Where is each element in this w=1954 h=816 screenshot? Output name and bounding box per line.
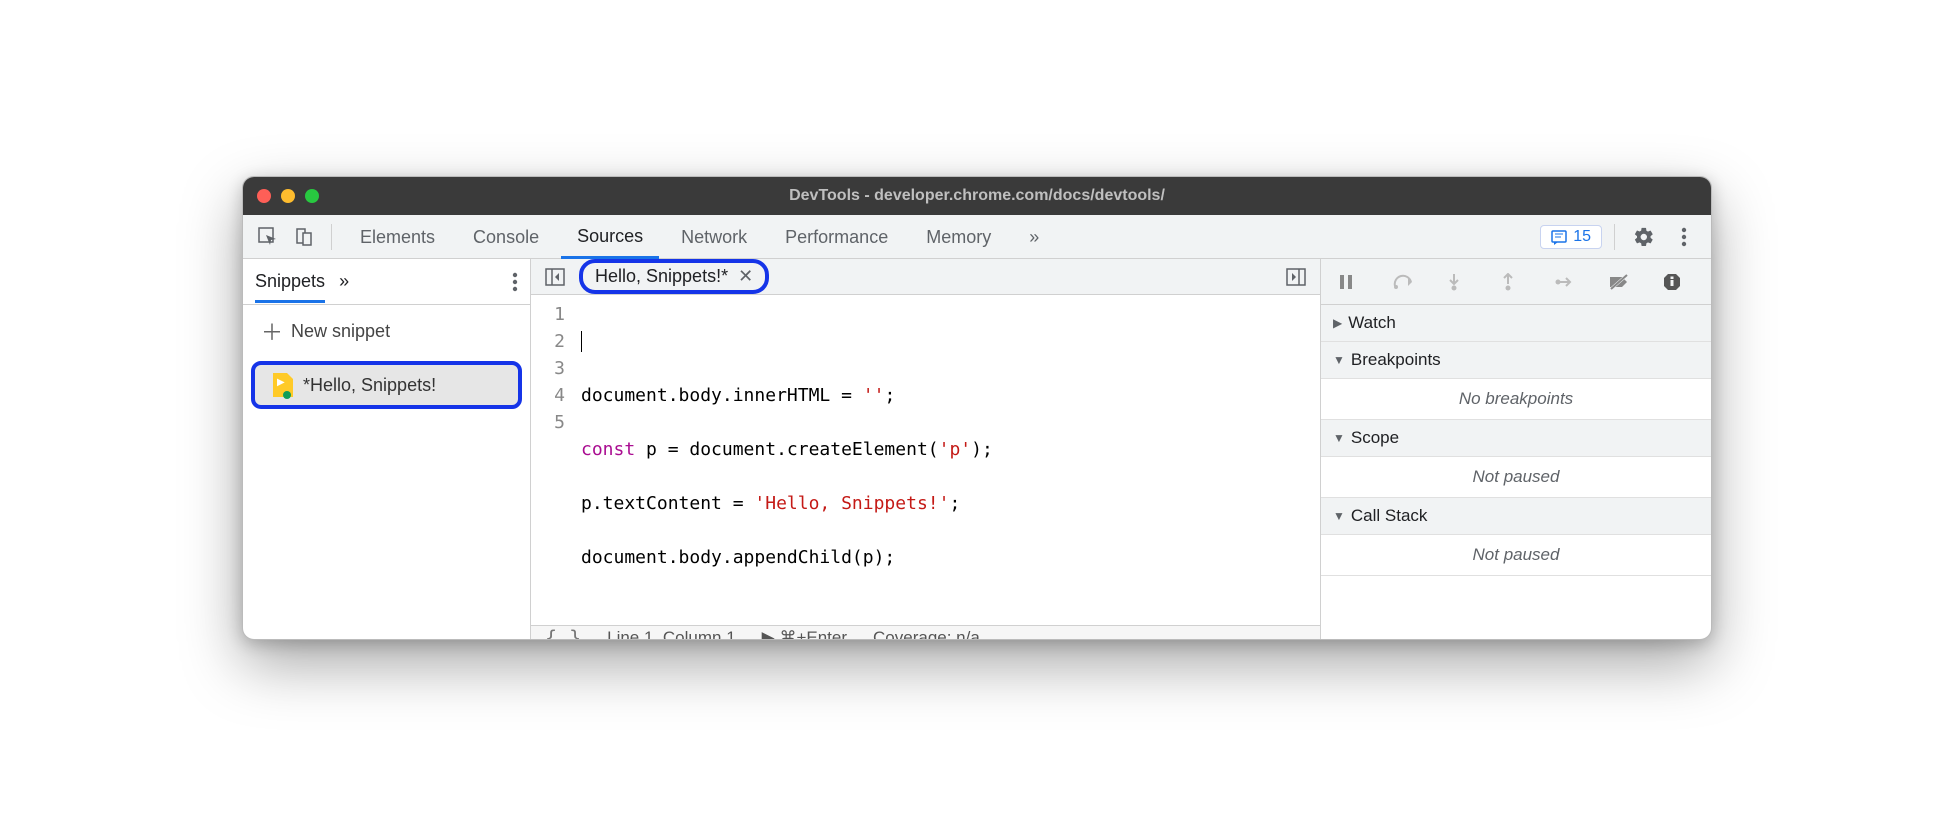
close-tab-icon[interactable]: ✕ <box>738 266 753 287</box>
tab-memory[interactable]: Memory <box>910 217 1007 257</box>
close-window-button[interactable] <box>257 189 271 203</box>
step-out-icon[interactable] <box>1501 273 1531 291</box>
scope-body: Not paused <box>1321 457 1711 498</box>
navigator-tabs: Snippets » <box>243 259 530 305</box>
main-area: Snippets » ＋ New snippet *Hello, Snippet… <box>243 259 1711 639</box>
snippet-list-item[interactable]: *Hello, Snippets! <box>251 361 522 409</box>
coverage-status: Coverage: n/a <box>873 628 980 640</box>
editor-file-tab[interactable]: Hello, Snippets!* ✕ <box>579 259 769 294</box>
callstack-body: Not paused <box>1321 535 1711 576</box>
breakpoints-section[interactable]: ▼Breakpoints <box>1321 342 1711 379</box>
breakpoints-body: No breakpoints <box>1321 379 1711 420</box>
navigator-more-icon[interactable] <box>512 272 518 292</box>
code-content: document.body.innerHTML = ''; const p = … <box>575 301 993 625</box>
line-gutter: 1 2 3 4 5 <box>531 301 575 625</box>
window-controls <box>257 189 319 203</box>
plus-icon: ＋ <box>261 315 283 347</box>
collapse-icon: ▶ <box>1333 316 1342 330</box>
pause-icon[interactable] <box>1339 274 1369 290</box>
new-snippet-label: New snippet <box>291 321 390 342</box>
inspect-element-icon[interactable] <box>253 222 283 252</box>
navigator-pane: Snippets » ＋ New snippet *Hello, Snippet… <box>243 259 531 639</box>
step-into-icon[interactable] <box>1447 273 1477 291</box>
zoom-window-button[interactable] <box>305 189 319 203</box>
tab-overflow[interactable]: » <box>1013 217 1055 257</box>
editor-statusbar: { } Line 1, Column 1 ▶ ⌘+Enter Coverage:… <box>531 625 1320 640</box>
deactivate-breakpoints-icon[interactable] <box>1609 274 1639 290</box>
separator <box>331 224 332 250</box>
step-over-icon[interactable] <box>1393 274 1423 290</box>
minimize-window-button[interactable] <box>281 189 295 203</box>
expand-icon: ▼ <box>1333 431 1345 445</box>
window-title: DevTools - developer.chrome.com/docs/dev… <box>243 187 1711 205</box>
devtools-window: DevTools - developer.chrome.com/docs/dev… <box>242 176 1712 640</box>
cursor-position: Line 1, Column 1 <box>607 628 736 640</box>
code-editor[interactable]: 1 2 3 4 5 document.body.innerHTML = ''; … <box>531 295 1320 625</box>
new-snippet-button[interactable]: ＋ New snippet <box>243 305 530 357</box>
callstack-section[interactable]: ▼Call Stack <box>1321 498 1711 535</box>
editor-pane: Hello, Snippets!* ✕ 1 2 3 4 5 document.b… <box>531 259 1321 639</box>
issues-button[interactable]: 15 <box>1540 225 1602 249</box>
device-toolbar-icon[interactable] <box>289 222 319 252</box>
editor-tabs-row: Hello, Snippets!* ✕ <box>531 259 1320 295</box>
scope-section[interactable]: ▼Scope <box>1321 420 1711 457</box>
debugger-pane: ▶Watch ▼Breakpoints No breakpoints ▼Scop… <box>1321 259 1711 639</box>
step-icon[interactable] <box>1555 275 1585 289</box>
titlebar: DevTools - developer.chrome.com/docs/dev… <box>243 177 1711 215</box>
toggle-navigator-icon[interactable] <box>541 263 569 291</box>
tab-elements[interactable]: Elements <box>344 217 451 257</box>
panel-tabbar: Elements Console Sources Network Perform… <box>243 215 1711 259</box>
settings-icon[interactable] <box>1627 220 1661 254</box>
debug-toolbar <box>1321 259 1711 305</box>
file-tab-label: Hello, Snippets!* <box>595 266 728 287</box>
tab-sources[interactable]: Sources <box>561 216 659 259</box>
expand-icon: ▼ <box>1333 509 1345 523</box>
navigator-tab-snippets[interactable]: Snippets <box>255 260 325 303</box>
navigator-tab-overflow[interactable]: » <box>339 271 349 292</box>
expand-icon: ▼ <box>1333 353 1345 367</box>
run-snippet-button[interactable]: ▶ ⌘+Enter <box>762 628 847 640</box>
unsaved-indicator-icon <box>283 391 291 399</box>
snippet-item-label: *Hello, Snippets! <box>303 375 436 396</box>
pause-on-exceptions-icon[interactable] <box>1663 273 1693 291</box>
separator <box>1614 224 1615 250</box>
tab-console[interactable]: Console <box>457 217 555 257</box>
pretty-print-icon[interactable]: { } <box>545 626 581 640</box>
tab-network[interactable]: Network <box>665 217 763 257</box>
tab-performance[interactable]: Performance <box>769 217 904 257</box>
more-menu-icon[interactable] <box>1667 220 1701 254</box>
watch-section[interactable]: ▶Watch <box>1321 305 1711 342</box>
toggle-debugger-icon[interactable] <box>1282 263 1310 291</box>
issues-count: 15 <box>1573 228 1591 246</box>
